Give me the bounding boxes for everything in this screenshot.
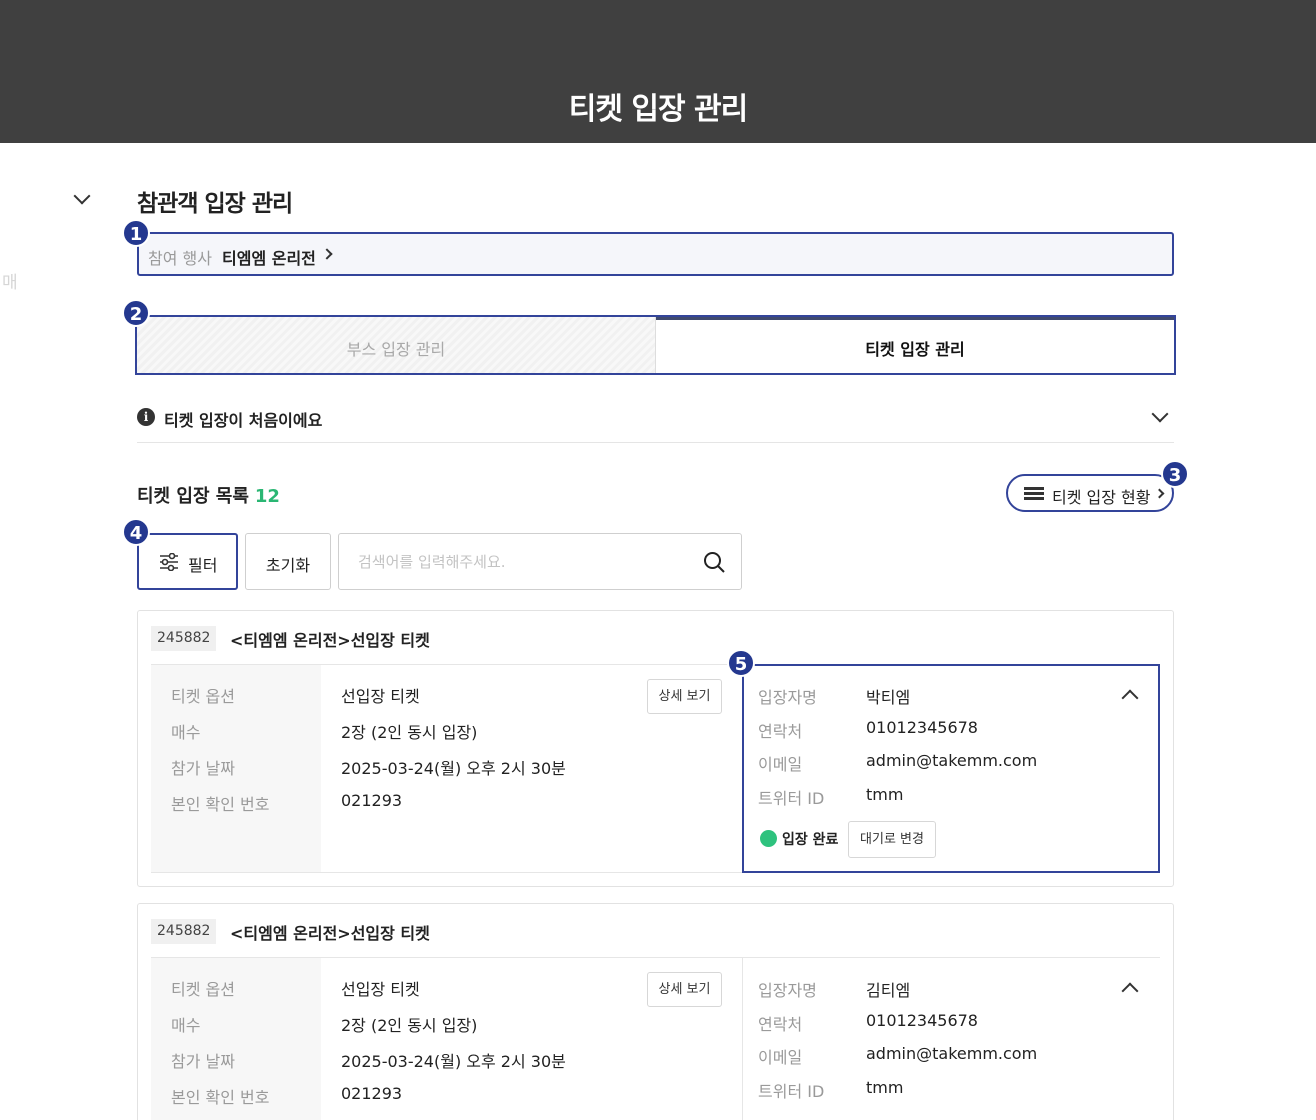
info-icon: i — [137, 408, 155, 426]
collapse-chevron-icon[interactable] — [1121, 689, 1139, 707]
annotation-badge-3: 3 — [1161, 460, 1189, 488]
tab-ticket-entry[interactable]: 티켓 입장 관리 — [656, 317, 1174, 373]
detail-view-button[interactable]: 상세 보기 — [647, 679, 722, 714]
section-title: 참관객 입장 관리 — [137, 191, 293, 217]
ticket-option-value: 선입장 티켓 — [341, 980, 420, 999]
tab-bar: 부스 입장 관리 티켓 입장 관리 — [135, 315, 1176, 375]
date-label: 참가 날짜 — [171, 1052, 235, 1071]
change-to-waiting-button[interactable]: 대기로 변경 — [848, 821, 936, 858]
phone-value: 01012345678 — [866, 1011, 978, 1030]
ticket-option-value: 선입장 티켓 — [341, 687, 420, 706]
phone-value: 01012345678 — [866, 718, 978, 737]
search-box — [338, 533, 742, 590]
expand-chevron-icon[interactable] — [1151, 405, 1169, 423]
ticket-status-button[interactable]: 티켓 입장 현황 — [1006, 474, 1174, 512]
verify-number-label: 본인 확인 번호 — [171, 795, 270, 814]
quantity-value: 2장 (2인 동시 입장) — [341, 1016, 478, 1035]
ticket-id: 245882 — [151, 919, 217, 944]
ticket-detail: 티켓 옵션 매수 참가 날짜 본인 확인 번호 선입장 티켓 2장 (2인 동시… — [151, 664, 1160, 873]
ticket-detail: 티켓 옵션 매수 참가 날짜 본인 확인 번호 선입장 티켓 2장 (2인 동시… — [151, 957, 1160, 1120]
tab-label: 티켓 입장 관리 — [865, 340, 965, 359]
twitter-value: tmm — [866, 785, 904, 804]
attendee-info: 입장자명 연락처 이메일 트위터 ID 박티엠 01012345678 admi… — [742, 664, 1160, 873]
reset-label: 초기화 — [265, 556, 311, 575]
notice-text: 티켓 입장이 처음이에요 — [164, 411, 323, 430]
filter-label: 필터 — [188, 556, 218, 575]
attendee-info: 입장자명 연락처 이메일 트위터 ID 김티엠 01012345678 admi… — [742, 958, 1160, 1120]
event-label: 참여 행사 — [148, 249, 212, 268]
reset-button[interactable]: 초기화 — [245, 533, 331, 590]
ticket-name: <티엠엠 온리전>선입장 티켓 — [230, 924, 430, 943]
page-title: 티켓 입장 관리 — [568, 92, 749, 127]
list-title: 티켓 입장 목록 12 — [137, 482, 280, 508]
chevron-right-icon — [321, 248, 333, 260]
collapse-chevron-icon[interactable] — [1121, 982, 1139, 1000]
ticket-card: 245882 <티엠엠 온리전>선입장 티켓 티켓 옵션 매수 참가 날짜 본인… — [137, 903, 1174, 1120]
verify-number-value: 021293 — [341, 791, 403, 810]
tab-booth-entry[interactable]: 부스 입장 관리 — [137, 317, 656, 373]
quantity-value: 2장 (2인 동시 입장) — [341, 723, 478, 742]
list-title-text: 티켓 입장 목록 — [137, 486, 249, 507]
ticket-option-label: 티켓 옵션 — [171, 687, 235, 706]
top-header: 티켓 입장 관리 — [0, 0, 1316, 143]
entry-status: 입장 완료 — [782, 832, 839, 848]
ticket-option-label: 티켓 옵션 — [171, 980, 235, 999]
background-ghost-text: 매 — [2, 273, 18, 293]
date-value: 2025-03-24(월) 오후 2시 30분 — [341, 1052, 566, 1071]
list-icon — [1024, 487, 1044, 500]
label-column: 티켓 옵션 매수 참가 날짜 본인 확인 번호 — [151, 958, 321, 1120]
status-dot-icon — [760, 830, 777, 847]
search-input[interactable] — [358, 550, 688, 574]
first-time-notice[interactable]: i 티켓 입장이 처음이에요 — [137, 405, 1174, 443]
tab-label: 부스 입장 관리 — [346, 340, 446, 359]
email-value: admin@takemm.com — [866, 1044, 1038, 1063]
email-label: 이메일 — [758, 1048, 803, 1067]
email-label: 이메일 — [758, 755, 803, 774]
annotation-badge-2: 2 — [122, 299, 150, 327]
quantity-label: 매수 — [171, 723, 201, 742]
chevron-right-icon — [1154, 488, 1165, 499]
twitter-label: 트위터 ID — [758, 1082, 825, 1101]
attendee-name-value: 박티엠 — [866, 688, 911, 707]
twitter-label: 트위터 ID — [758, 789, 825, 808]
search-icon[interactable] — [703, 551, 725, 573]
filter-button[interactable]: 필터 — [137, 533, 238, 590]
email-value: admin@takemm.com — [866, 751, 1038, 770]
phone-label: 연락처 — [758, 1015, 803, 1034]
twitter-value: tmm — [866, 1078, 904, 1097]
list-count: 12 — [254, 486, 280, 507]
verify-number-label: 본인 확인 번호 — [171, 1088, 270, 1107]
detail-view-button[interactable]: 상세 보기 — [647, 972, 722, 1007]
collapse-chevron-icon[interactable] — [73, 187, 91, 205]
ticket-name: <티엠엠 온리전>선입장 티켓 — [230, 631, 430, 650]
value-column: 선입장 티켓 2장 (2인 동시 입장) 2025-03-24(월) 오후 2시… — [321, 958, 742, 1120]
phone-label: 연락처 — [758, 722, 803, 741]
attendee-name-value: 김티엠 — [866, 981, 911, 1000]
verify-number-value: 021293 — [341, 1084, 403, 1103]
annotation-badge-1: 1 — [122, 219, 150, 247]
ticket-status-label: 티켓 입장 현황 — [1052, 488, 1151, 507]
attendee-name-label: 입장자명 — [758, 981, 817, 1000]
ticket-card: 245882 <티엠엠 온리전>선입장 티켓 티켓 옵션 매수 참가 날짜 본인… — [137, 610, 1174, 887]
date-value: 2025-03-24(월) 오후 2시 30분 — [341, 759, 566, 778]
value-column: 선입장 티켓 2장 (2인 동시 입장) 2025-03-24(월) 오후 2시… — [321, 665, 742, 872]
ticket-id: 245882 — [151, 626, 217, 651]
event-value: 티엠엠 온리전 — [222, 249, 316, 268]
attendee-name-label: 입장자명 — [758, 688, 817, 707]
quantity-label: 매수 — [171, 1016, 201, 1035]
event-selector[interactable]: 참여 행사 티엠엠 온리전 — [137, 232, 1174, 276]
date-label: 참가 날짜 — [171, 759, 235, 778]
label-column: 티켓 옵션 매수 참가 날짜 본인 확인 번호 — [151, 665, 321, 872]
annotation-badge-4: 4 — [122, 518, 150, 546]
annotation-badge-5: 5 — [727, 649, 755, 677]
filter-sliders-icon — [160, 553, 178, 571]
